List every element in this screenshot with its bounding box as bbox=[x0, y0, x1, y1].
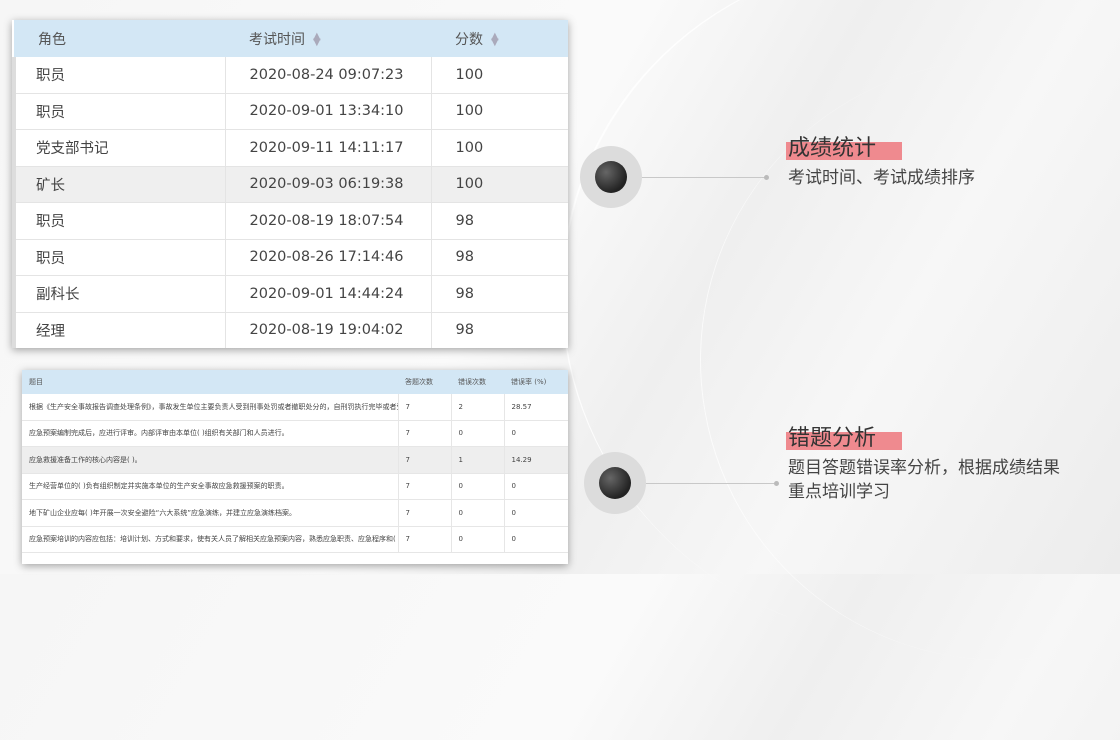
table-row-highlighted[interactable]: 矿长 2020-09-03 06:19:38 100 bbox=[12, 166, 568, 203]
feature-title-score-stats: 成绩统计 bbox=[786, 130, 902, 162]
column-header-score[interactable]: 分数 ▲ ▼ bbox=[431, 20, 568, 57]
table-row[interactable]: 应急预案编制完成后，应进行评审。内部评审由本单位( )组织有关部门和人员进行。 7… bbox=[22, 420, 568, 447]
feature-desc-error-analysis: 题目答题错误率分析，根据成绩结果 重点培训学习 bbox=[788, 458, 1060, 502]
table-row[interactable]: 应急预案培训的内容应包括：培训计划、方式和要求，使有关人员了解相关应急预案内容，… bbox=[22, 526, 568, 553]
bullet-dot-icon bbox=[584, 452, 646, 514]
column-header-answer-count[interactable]: 答题次数 bbox=[398, 370, 451, 394]
sort-icon[interactable]: ▲ ▼ bbox=[491, 31, 499, 47]
column-header-role[interactable]: 角色 bbox=[14, 20, 225, 57]
column-header-exam-time[interactable]: 考试时间 ▲ ▼ bbox=[225, 20, 431, 57]
sort-icon[interactable]: ▲ ▼ bbox=[313, 31, 321, 47]
table-row[interactable]: 生产经营单位的( )负有组织制定并实施本单位的生产安全事故应急救援预案的职责。 7… bbox=[22, 473, 568, 500]
connector-line bbox=[646, 481, 779, 486]
feature-desc-score-stats: 考试时间、考试成绩排序 bbox=[788, 168, 975, 188]
column-header-error-rate[interactable]: 错误率 (%) bbox=[504, 370, 568, 394]
bullet-dot-icon bbox=[580, 146, 642, 208]
table-row-highlighted[interactable]: 应急救援准备工作的核心内容是( )。 7 1 14.29 bbox=[22, 446, 568, 474]
table-row[interactable]: 根据《生产安全事故报告调查处理条例》，事故发生单位主要负责人受到刑事处罚或者撤职… bbox=[22, 394, 568, 421]
table-header-row: 题目 答题次数 错误次数 错误率 (%) bbox=[22, 370, 568, 394]
connector-line bbox=[642, 175, 769, 180]
table-header-row: 角色 考试时间 ▲ ▼ 分数 ▲ ▼ bbox=[14, 20, 568, 57]
table-row[interactable]: 职员 2020-08-26 17:14:46 98 bbox=[12, 239, 568, 276]
column-header-error-count[interactable]: 错误次数 bbox=[451, 370, 504, 394]
score-table: 角色 考试时间 ▲ ▼ 分数 ▲ ▼ 职员 2020-08-24 09:07:23 100 … bbox=[12, 20, 568, 348]
table-row[interactable]: 副科长 2020-09-01 14:44:24 98 bbox=[12, 275, 568, 313]
error-analysis-table: 题目 答题次数 错误次数 错误率 (%) 根据《生产安全事故报告调查处理条例》，… bbox=[22, 370, 568, 553]
table-row[interactable]: 职员 2020-09-01 13:34:10 100 bbox=[12, 93, 568, 130]
table-row[interactable]: 经理 2020-08-19 19:04:02 98 bbox=[12, 312, 568, 348]
error-analysis-table-panel: 题目 答题次数 错误次数 错误率 (%) 根据《生产安全事故报告调查处理条例》，… bbox=[22, 370, 568, 564]
table-row[interactable]: 职员 2020-08-24 09:07:23 100 bbox=[12, 57, 568, 94]
table-row[interactable]: 职员 2020-08-19 18:07:54 98 bbox=[12, 202, 568, 240]
table-row[interactable]: 党支部书记 2020-09-11 14:11:17 100 bbox=[12, 129, 568, 167]
column-header-question[interactable]: 题目 bbox=[22, 370, 398, 394]
table-row[interactable]: 地下矿山企业应每( )年开展一次安全避险“六大系统”应急演练，并建立应急演练档案… bbox=[22, 499, 568, 527]
feature-title-error-analysis: 错题分析 bbox=[786, 420, 902, 452]
score-table-panel: 角色 考试时间 ▲ ▼ 分数 ▲ ▼ 职员 2020-08-24 09:07:23 100 … bbox=[12, 20, 568, 348]
